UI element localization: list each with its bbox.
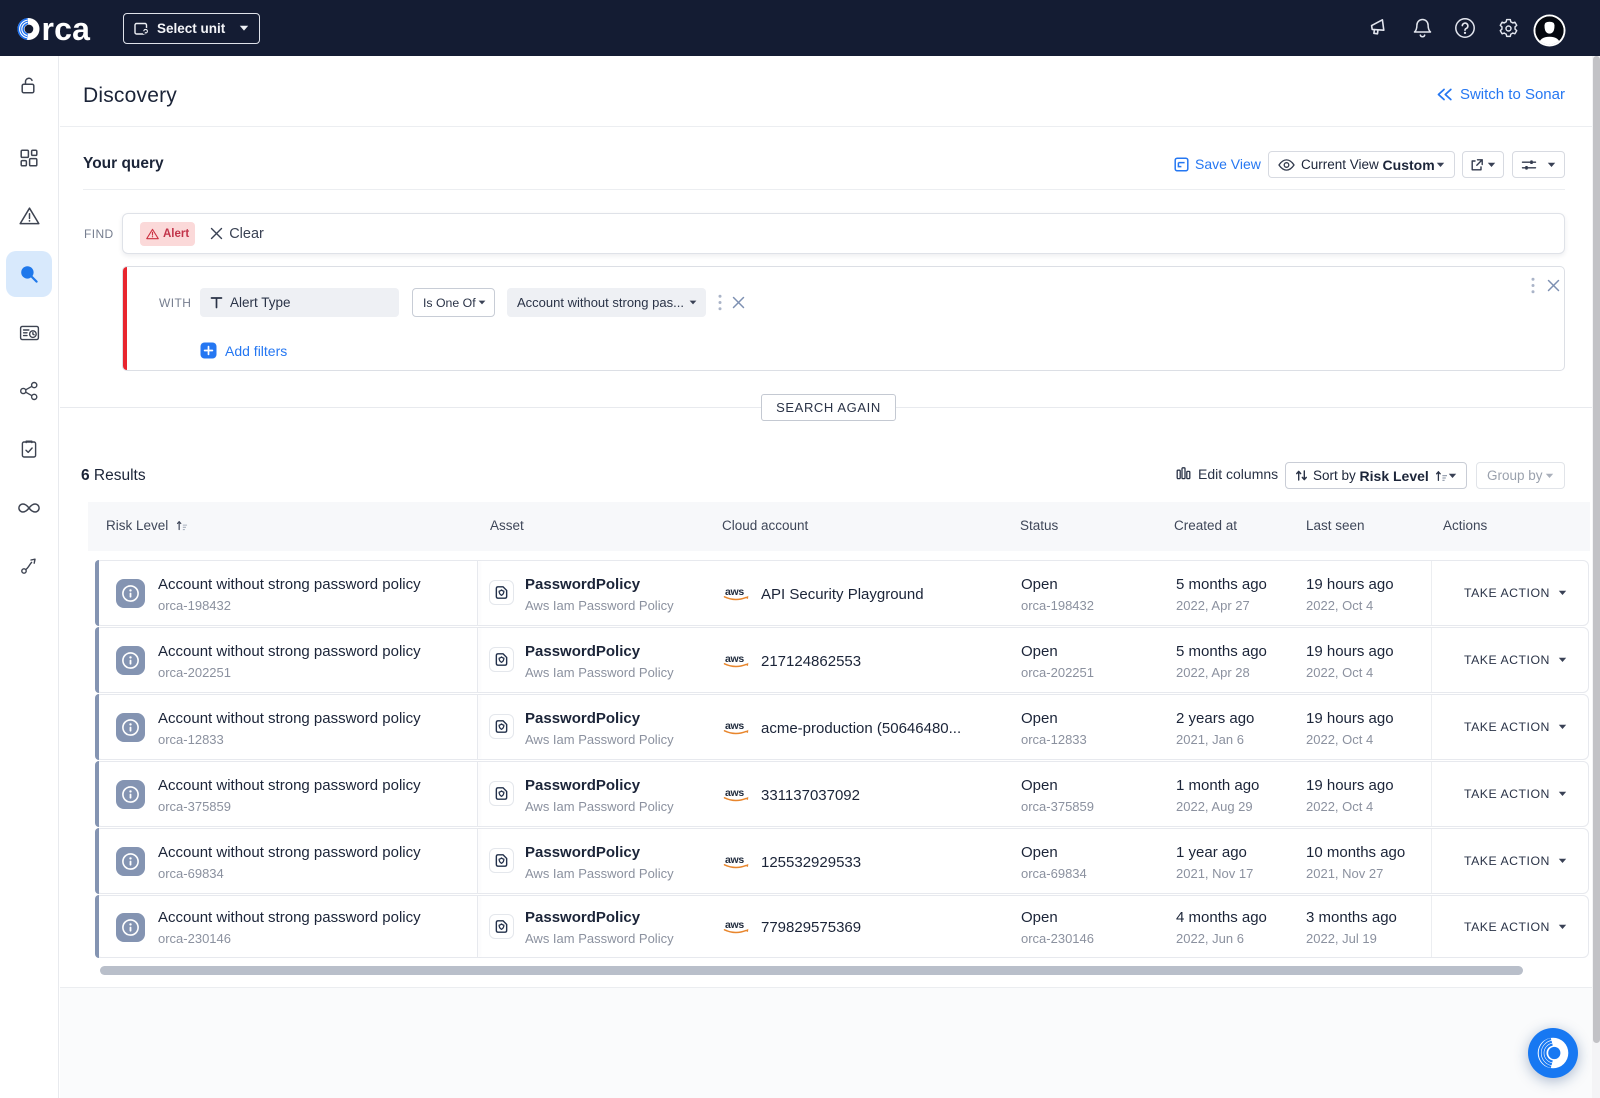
svg-text:aws: aws bbox=[725, 586, 744, 598]
svg-text:rca: rca bbox=[42, 16, 91, 42]
svg-text:aws: aws bbox=[725, 653, 744, 665]
svg-text:aws: aws bbox=[725, 787, 744, 799]
svg-text:aws: aws bbox=[725, 854, 744, 866]
svg-text:aws: aws bbox=[725, 919, 744, 931]
svg-text:aws: aws bbox=[725, 720, 744, 732]
